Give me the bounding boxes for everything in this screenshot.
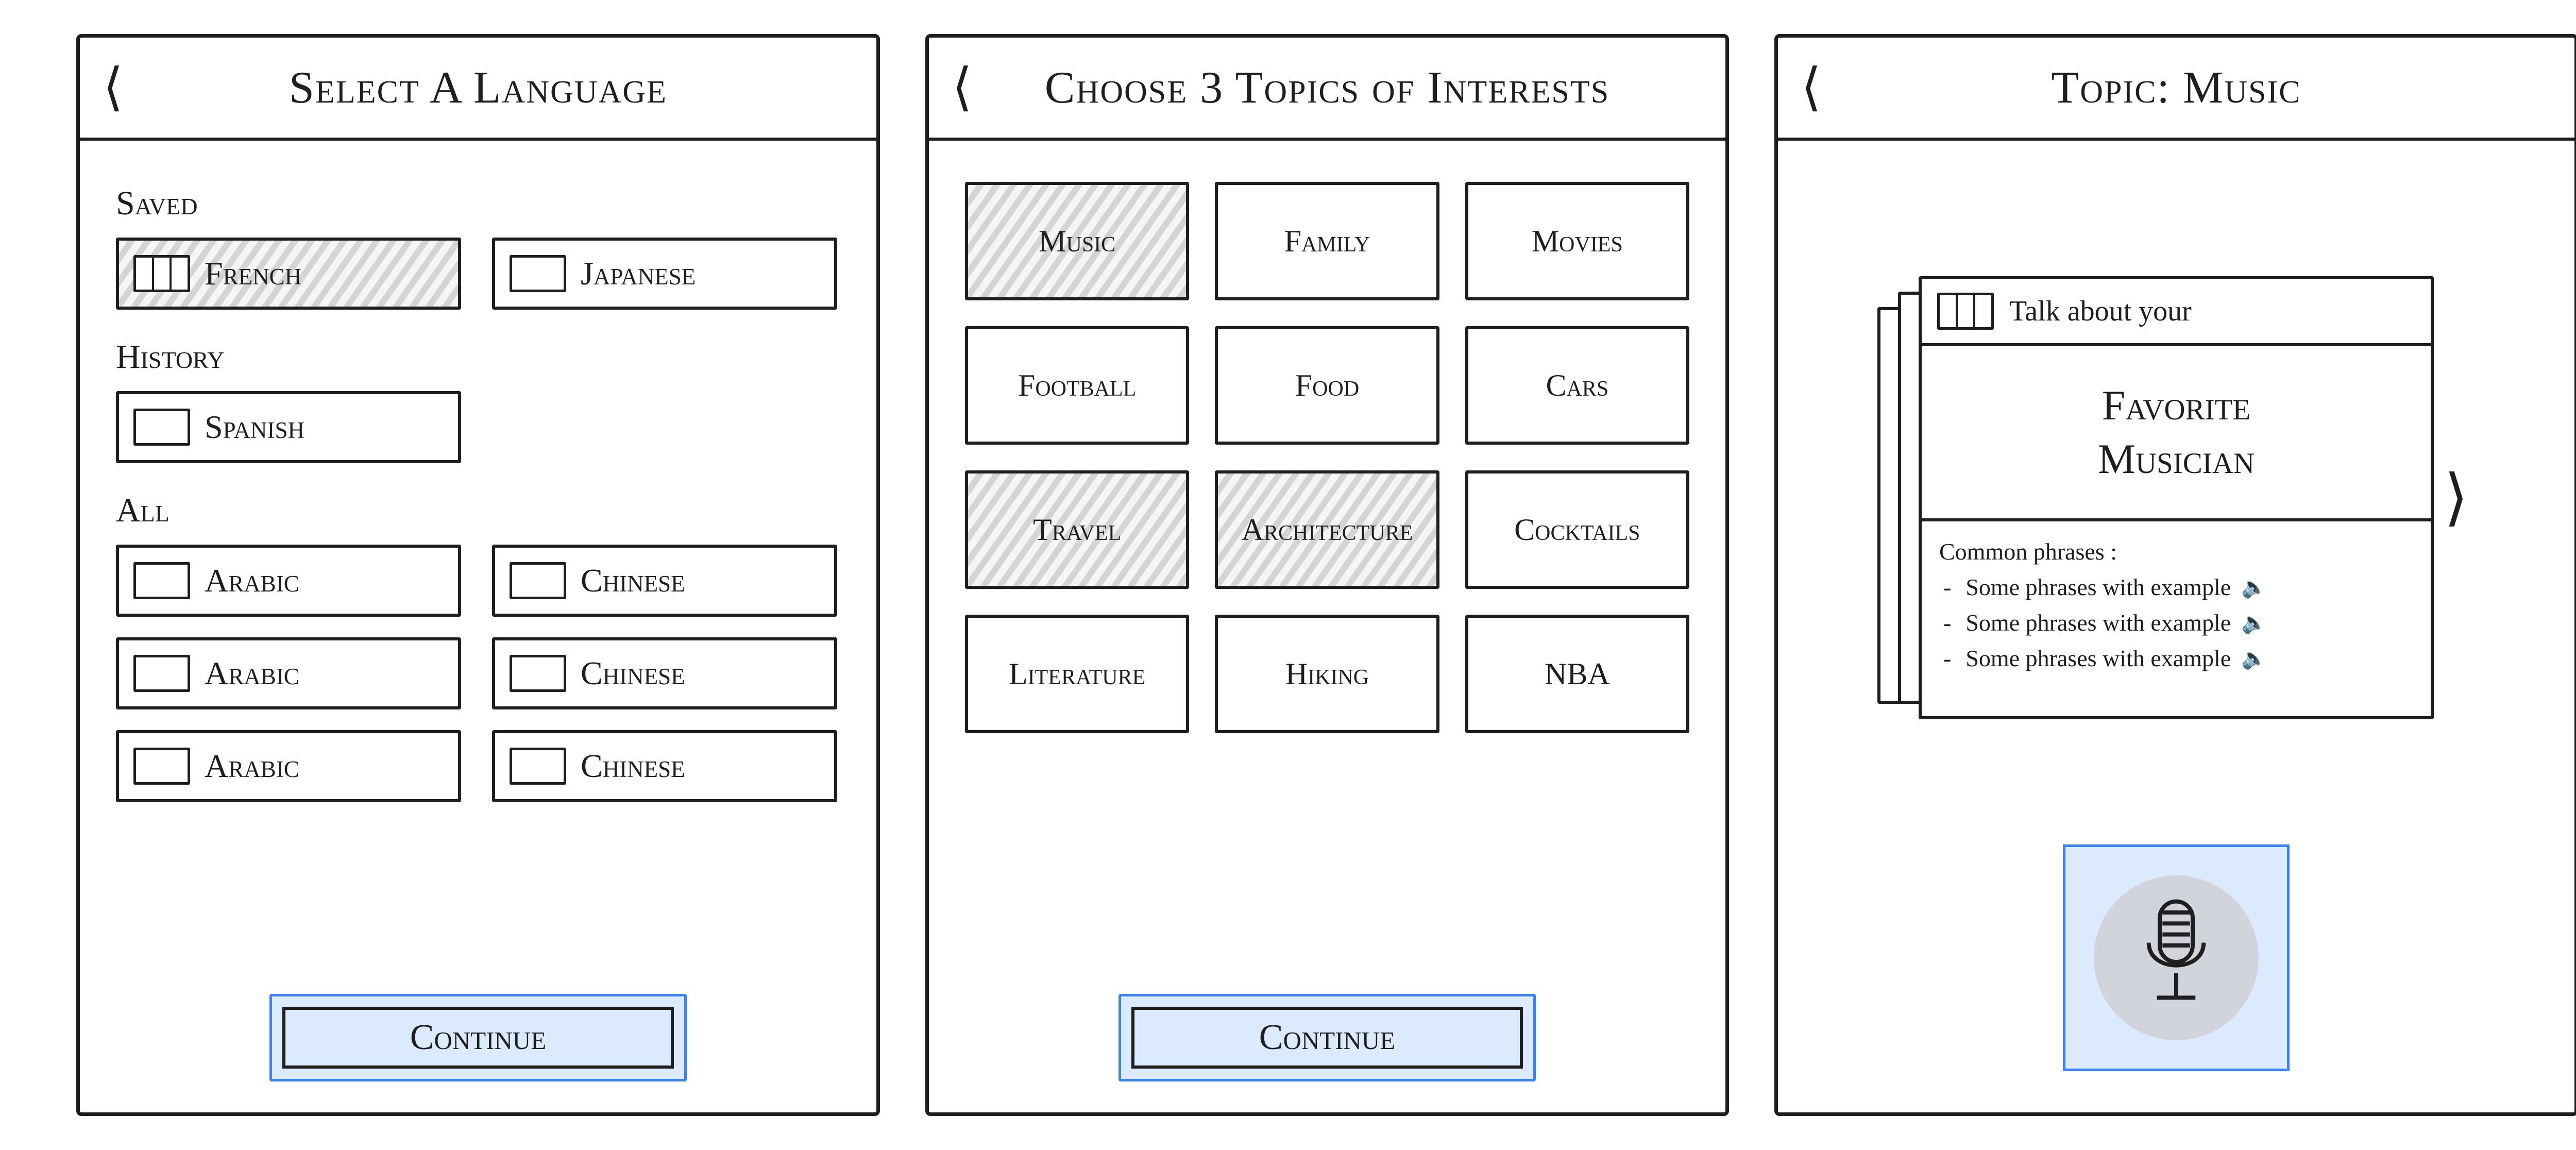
topic-literature[interactable]: Literature	[965, 615, 1189, 733]
language-chip[interactable]: Chinese	[492, 545, 837, 617]
language-name: Arabic	[205, 654, 299, 692]
screen-title: Topic: Music	[1778, 62, 2574, 114]
note-line: -Some phrases with example🔈	[1939, 640, 2413, 676]
section-label-saved: Saved	[116, 184, 840, 223]
screen-title: Select A Language	[80, 62, 876, 114]
topic-nba[interactable]: NBA	[1465, 615, 1689, 733]
language-chip[interactable]: Chinese	[492, 637, 837, 709]
screen-body: Music Family Movies Football Food Cars T…	[929, 141, 1725, 1112]
language-list-saved: French Japanese	[116, 238, 840, 310]
language-chip-spanish[interactable]: Spanish	[116, 391, 461, 463]
language-chip-french[interactable]: French	[116, 238, 461, 310]
flag-icon	[510, 255, 566, 292]
continue-button[interactable]: Continue	[1118, 994, 1536, 1081]
language-chip[interactable]: Chinese	[492, 730, 837, 802]
topic-hiking[interactable]: Hiking	[1215, 615, 1439, 733]
back-icon[interactable]: ⟨	[103, 62, 123, 113]
note-line: -Some phrases with example🔈	[1939, 569, 2413, 605]
screen-body: ⟨ Talk about your Favorite Musician	[1778, 141, 2574, 1112]
prompt-prefix: Talk about your	[2009, 295, 2192, 328]
language-list-all: Arabic Chinese Arabic Chinese Arabic Chi…	[116, 545, 840, 802]
language-name: Arabic	[205, 747, 299, 785]
screen-select-language: ⟨ Select A Language Saved French Japanes…	[76, 34, 880, 1116]
play-audio-icon[interactable]: 🔈	[2241, 643, 2267, 674]
prompt-main-line2: Musician	[2098, 435, 2255, 483]
topic-cars[interactable]: Cars	[1465, 326, 1689, 445]
screen-choose-topics: ⟨ Choose 3 Topics of Interests Music Fam…	[925, 34, 1729, 1116]
language-name: French	[205, 255, 301, 293]
play-audio-icon[interactable]: 🔈	[2241, 607, 2267, 638]
language-chip[interactable]: Arabic	[116, 637, 461, 709]
language-chip[interactable]: Arabic	[116, 545, 461, 617]
continue-button[interactable]: Continue	[269, 994, 687, 1081]
section-label-all: All	[116, 491, 840, 530]
topic-family[interactable]: Family	[1215, 182, 1439, 300]
prompt-notes: Common phrases : -Some phrases with exam…	[1922, 521, 2431, 716]
topics-grid: Music Family Movies Football Food Cars T…	[965, 182, 1689, 733]
language-chip[interactable]: Arabic	[116, 730, 461, 802]
flag-icon	[133, 255, 190, 292]
titlebar: ⟨ Choose 3 Topics of Interests	[929, 38, 1725, 141]
screen-topic-record: ⟨ Topic: Music ⟨ Talk about your Favorit…	[1774, 34, 2576, 1116]
language-name: Japanese	[581, 255, 696, 293]
language-list-history: Spanish	[116, 391, 840, 463]
screen-title: Choose 3 Topics of Interests	[929, 62, 1725, 114]
prompt-card[interactable]: Talk about your Favorite Musician Common…	[1919, 276, 2434, 719]
language-name: Chinese	[581, 654, 685, 692]
language-name: Arabic	[205, 562, 299, 600]
flag-icon	[510, 655, 566, 692]
topic-cocktails[interactable]: Cocktails	[1465, 470, 1689, 589]
flag-icon	[1937, 293, 1994, 330]
continue-button-label: Continue	[282, 1007, 674, 1069]
language-chip-japanese[interactable]: Japanese	[492, 238, 837, 310]
prompt-main-line1: Favorite	[2102, 381, 2250, 430]
language-name: Spanish	[205, 408, 304, 446]
record-button[interactable]	[2063, 844, 2290, 1071]
topic-football[interactable]: Football	[965, 326, 1189, 445]
language-name: Chinese	[581, 562, 685, 600]
section-label-history: History	[116, 337, 840, 377]
topic-travel[interactable]: Travel	[965, 470, 1189, 589]
play-audio-icon[interactable]: 🔈	[2241, 572, 2267, 603]
flag-icon	[133, 409, 190, 446]
flag-icon	[133, 562, 190, 599]
topic-food[interactable]: Food	[1215, 326, 1439, 445]
prompt-card-stack: Talk about your Favorite Musician Common…	[1919, 276, 2434, 719]
flag-icon	[133, 655, 190, 692]
topic-architecture[interactable]: Architecture	[1215, 470, 1439, 589]
flag-icon	[510, 748, 566, 785]
titlebar: ⟨ Topic: Music	[1778, 38, 2574, 141]
next-card-icon[interactable]: ⟩	[2434, 467, 2479, 529]
note-line: -Some phrases with example🔈	[1939, 605, 2413, 640]
back-icon[interactable]: ⟨	[952, 62, 972, 113]
back-icon[interactable]: ⟨	[1801, 62, 1821, 113]
continue-button-label: Continue	[1131, 1007, 1523, 1069]
microphone-icon	[2094, 875, 2259, 1040]
topic-movies[interactable]: Movies	[1465, 182, 1689, 300]
flag-icon	[510, 562, 566, 599]
flag-icon	[133, 748, 190, 785]
screen-body: Saved French Japanese History Spanish Al…	[80, 141, 876, 1112]
notes-header: Common phrases :	[1939, 534, 2413, 569]
titlebar: ⟨ Select A Language	[80, 38, 876, 141]
language-name: Chinese	[581, 747, 685, 785]
topic-music[interactable]: Music	[965, 182, 1189, 300]
